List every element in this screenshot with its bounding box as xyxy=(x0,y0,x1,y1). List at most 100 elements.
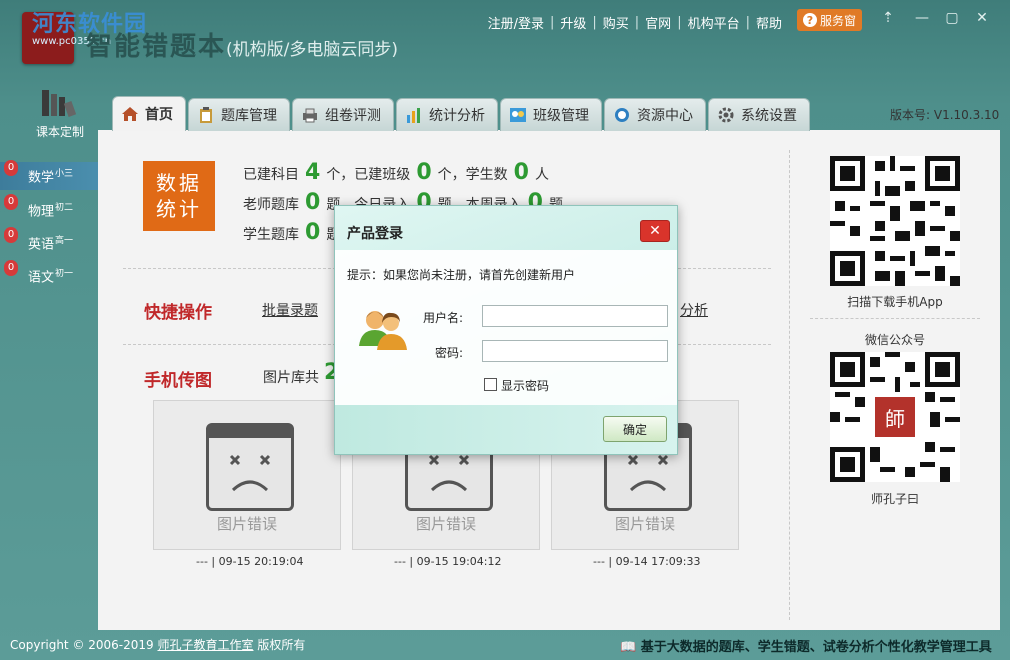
tab-resources[interactable]: 资源中心 xyxy=(604,98,706,131)
subject-label: 语文初一 xyxy=(28,266,73,285)
subject-physics[interactable]: 0 物理初二 xyxy=(0,194,100,224)
subject-label: 英语高一 xyxy=(28,233,73,252)
tab-label: 首页 xyxy=(145,107,173,123)
subject-name: 物理 xyxy=(28,204,55,220)
bar-chart-icon xyxy=(407,108,420,123)
app-qr-caption: 扫描下载手机App xyxy=(847,295,943,309)
users-icon xyxy=(355,306,411,352)
books-icon[interactable] xyxy=(36,88,80,118)
image-timestamp: --- | 09-15 20:19:04 xyxy=(196,555,304,568)
stats-row-student-bank: 学生题库0题 xyxy=(243,220,340,245)
stats-row-subjects: 已建科目 4 个，已建班级 0 个，学生数 0 人 xyxy=(243,160,549,185)
subject-grade: 高一 xyxy=(55,236,74,247)
nav-separator: | xyxy=(634,15,640,30)
dialog-title: 产品登录 xyxy=(347,226,403,242)
pin-icon[interactable]: ⇡ xyxy=(880,10,896,26)
subject-math[interactable]: 0 数学小三 xyxy=(0,160,112,190)
company-link[interactable]: 师孔子教育工作室 xyxy=(158,638,254,652)
image-error-text: 图片错误 xyxy=(415,515,476,533)
subject-name: 语文 xyxy=(28,270,55,286)
stat-value: 0 xyxy=(305,220,321,245)
subject-grade: 初二 xyxy=(55,203,74,214)
copyright: Copyright © 2006-2019 师孔子教育工作室 版权所有 xyxy=(10,636,305,653)
subject-label: 数学小三 xyxy=(28,166,73,185)
image-card[interactable]: 图片错误 xyxy=(153,400,341,550)
tab-settings[interactable]: 系统设置 xyxy=(708,98,810,131)
tab-label: 系统设置 xyxy=(741,108,797,124)
quick-actions-title: 快捷操作 xyxy=(144,303,212,323)
image-timestamp: --- | 09-15 19:04:12 xyxy=(394,555,502,568)
password-input[interactable] xyxy=(482,340,668,362)
main-tabs: 首页 题库管理 组卷评测 统计分析 班级管理 资源中心 系统设置 xyxy=(112,96,810,131)
broken-image-icon xyxy=(206,423,294,511)
nav-help[interactable]: 帮助 xyxy=(756,13,782,32)
copyright-suffix: 版权所有 xyxy=(257,638,306,652)
service-window-label: 服务窗 xyxy=(819,13,856,28)
nav-register-login[interactable]: 注册/登录 xyxy=(488,13,544,32)
nav-institution[interactable]: 机构平台 xyxy=(688,13,740,32)
register-hint: 提示：如果您尚未注册，请首先创建新用户 xyxy=(347,268,576,282)
wechat-title: 微信公众号 xyxy=(864,333,925,347)
stat-label: 已建科目 xyxy=(243,167,299,183)
image-library-label: 图片库共 xyxy=(263,370,319,386)
stat-value: 4 xyxy=(305,160,321,185)
subject-chinese[interactable]: 0 语文初一 xyxy=(0,260,100,290)
show-password-label[interactable]: 显示密码 xyxy=(501,377,549,394)
divider xyxy=(810,318,980,319)
password-label: 密码: xyxy=(435,346,464,360)
image-error-text: 图片错误 xyxy=(614,515,675,533)
subject-grade: 小三 xyxy=(55,169,74,180)
stat-label: 学生题库 xyxy=(243,227,299,243)
question-icon: ? xyxy=(802,13,817,27)
gear-icon xyxy=(718,107,734,123)
tab-home[interactable]: 首页 xyxy=(112,96,186,131)
subject-english[interactable]: 0 英语高一 xyxy=(0,227,100,257)
count-badge: 0 xyxy=(4,194,18,210)
close-window-button[interactable]: ✕ xyxy=(974,10,990,26)
data-block-line2: 统计 xyxy=(156,197,202,221)
nav-upgrade[interactable]: 升级 xyxy=(560,13,586,32)
tab-class[interactable]: 班级管理 xyxy=(500,98,602,131)
nav-website[interactable]: 官网 xyxy=(645,13,671,32)
stat-label: 个，已建班级 xyxy=(326,167,411,183)
tab-statistics[interactable]: 统计分析 xyxy=(396,98,498,131)
slogan: 📖 基于大数据的题库、学生错题、试卷分析个性化教学管理工具 xyxy=(620,636,992,655)
tab-exam[interactable]: 组卷评测 xyxy=(292,98,394,131)
nav-buy[interactable]: 购买 xyxy=(603,13,629,32)
batch-entry-link[interactable]: 批量录题 xyxy=(262,300,318,320)
confirm-button[interactable]: 确定 xyxy=(603,416,667,442)
tab-question-bank[interactable]: 题库管理 xyxy=(188,98,290,131)
top-nav: 注册/登录 | 升级 | 购买 | 官网 | 机构平台 | 帮助 xyxy=(488,13,782,32)
stat-value: 0 xyxy=(416,160,432,185)
home-icon xyxy=(122,107,138,121)
nav-separator: | xyxy=(745,15,750,30)
maximize-button[interactable]: ▢ xyxy=(944,10,960,26)
app-title: 智能错题本(机构版/多电脑云同步) xyxy=(86,26,398,63)
clipboard-icon xyxy=(200,107,212,123)
username-input[interactable] xyxy=(482,305,668,327)
image-timestamp: --- | 09-14 17:09:33 xyxy=(593,555,701,568)
tab-label: 资源中心 xyxy=(637,108,693,124)
mobile-upload-title: 手机传图 xyxy=(144,371,212,391)
tab-label: 题库管理 xyxy=(221,108,277,124)
analysis-link[interactable]: 分析 xyxy=(680,300,708,320)
wechat-caption: 师孔子曰 xyxy=(870,492,919,506)
nav-separator: | xyxy=(592,15,597,30)
subject-label: 物理初二 xyxy=(28,200,73,219)
service-window-button[interactable]: ? 服务窗 xyxy=(797,9,862,31)
stat-value: 0 xyxy=(513,160,529,185)
textbook-custom-label[interactable]: 课本定制 xyxy=(36,123,84,140)
show-password-checkbox[interactable] xyxy=(484,378,497,391)
app-title-main: 智能错题本 xyxy=(86,32,227,62)
data-stats-block: 数据 统计 xyxy=(143,161,215,231)
stat-value: 0 xyxy=(305,190,321,215)
count-badge: 0 xyxy=(4,227,18,243)
tab-label: 班级管理 xyxy=(533,108,589,124)
minimize-button[interactable]: — xyxy=(914,10,930,26)
tab-label: 统计分析 xyxy=(429,108,485,124)
wechat-qr-code: 師 xyxy=(830,352,960,482)
cloud-icon xyxy=(615,108,629,122)
dialog-close-button[interactable]: ✕ xyxy=(640,220,670,242)
stat-label: 人 xyxy=(534,167,549,183)
login-dialog: 产品登录 ✕ 提示：如果您尚未注册，请首先创建新用户 用户名: 密码: 显示密码… xyxy=(334,205,678,455)
